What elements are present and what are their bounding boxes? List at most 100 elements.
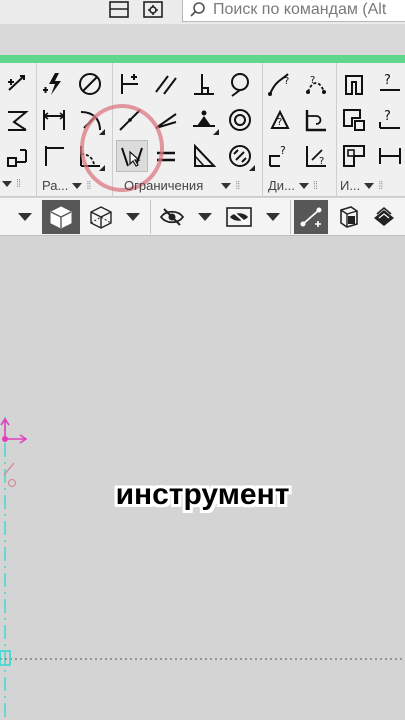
section-view-button[interactable] (332, 200, 364, 234)
angle-between-icon (155, 113, 177, 129)
tool-collinear[interactable] (114, 104, 146, 136)
chevron-down-icon (126, 213, 140, 221)
hide-objects-dropdown[interactable] (194, 200, 216, 234)
tool-tangent[interactable] (224, 68, 256, 100)
collinear-icon (119, 109, 141, 131)
gear-icon (143, 1, 163, 18)
tool-info-extra-1[interactable]: ? (374, 68, 405, 100)
concentric-icon (229, 109, 251, 131)
dimension-angle-icon (8, 111, 29, 131)
tool-concentric[interactable] (224, 104, 256, 136)
tab-strip (0, 24, 405, 55)
tool-radius[interactable] (74, 104, 106, 136)
stair-profile-icon (345, 75, 363, 95)
hide-objects-button[interactable] (156, 200, 188, 234)
drawing-canvas[interactable]: инструмент (0, 237, 405, 720)
top-bar: Поиск по командам (Alt (0, 0, 405, 24)
eye-hidden-box-icon (226, 207, 252, 227)
group-label-unnamed[interactable]: ⁞⁞ (2, 178, 21, 190)
tool-dimension-chain[interactable] (2, 140, 34, 172)
layers-icon (374, 206, 394, 226)
chevron-down-icon (266, 213, 280, 221)
diameter-icon (79, 73, 101, 95)
symmetry-icon (194, 143, 217, 167)
tool-angle-between[interactable] (150, 104, 182, 136)
tool-fix-point[interactable] (114, 68, 146, 100)
window-layout-button[interactable] (106, 0, 132, 20)
info-profile-icon (343, 109, 365, 131)
tool-dimension-angle[interactable] (2, 104, 34, 136)
chevron-down-icon (198, 213, 212, 221)
diagnostic-contour-icon (305, 110, 326, 132)
info-question-icon: ? (379, 109, 400, 129)
tool-diag-constraints[interactable]: ? (264, 104, 296, 136)
info-measure-icon (379, 148, 401, 164)
lightning-dimension-icon (43, 73, 61, 95)
svg-text:?: ? (280, 144, 286, 157)
tool-diag-curve[interactable]: ? (264, 68, 296, 100)
tool-point-on-curve[interactable] (116, 140, 148, 172)
command-search[interactable]: Поиск по командам (Alt (182, 0, 405, 22)
svg-text:?: ? (384, 109, 391, 124)
diagnostic-points-icon: ? (306, 75, 326, 94)
tool-horizontal[interactable] (188, 104, 220, 136)
tool-info-extra-2[interactable]: ? (374, 104, 405, 136)
chevron-down-icon (221, 182, 232, 189)
tool-diag-points[interactable]: ? (300, 68, 332, 100)
equal-icon (157, 151, 175, 162)
tool-info-extra-3[interactable] (374, 140, 405, 172)
tool-symmetry[interactable] (188, 140, 220, 172)
group-label-diagnostics[interactable]: Ди... ⁞⁞ (268, 178, 318, 193)
group-label-info[interactable]: И... ⁞⁞ (340, 178, 383, 193)
tangent-icon (231, 73, 249, 97)
chevron-down-icon (2, 181, 12, 187)
orientation-dropdown[interactable] (12, 200, 38, 234)
diagnostic-constraints-icon: ? (270, 109, 290, 129)
tool-diag-profile[interactable]: ? (264, 140, 296, 172)
group-label-text: И... (340, 178, 361, 193)
view-toolbar (0, 198, 405, 236)
section-cube-icon (340, 206, 358, 228)
tool-dimension-auto[interactable] (38, 68, 70, 100)
grip-icon: ⁞⁞ (378, 179, 383, 192)
svg-text:?: ? (277, 117, 282, 128)
tool-dimension-linear[interactable] (38, 104, 70, 136)
shaded-view-button[interactable] (42, 200, 80, 234)
dimension-chain-icon (7, 149, 27, 167)
fix-point-icon (121, 74, 138, 94)
search-icon (190, 2, 205, 17)
tool-equal[interactable] (150, 140, 182, 172)
tool-stair-profile[interactable] (338, 68, 370, 100)
tool-info-profile[interactable] (338, 104, 370, 136)
tool-angle-dimension[interactable] (74, 140, 106, 172)
layers-view-button[interactable] (368, 200, 400, 234)
accent-line (0, 55, 405, 63)
tool-diameter[interactable] (74, 68, 106, 100)
tool-info-region[interactable] (338, 140, 370, 172)
tool-diag-axes[interactable]: ? (300, 140, 332, 172)
toolbar-separator (290, 200, 291, 234)
tool-diag-contour[interactable] (300, 104, 332, 136)
chevron-down-icon (364, 182, 375, 189)
hide-layers-dropdown[interactable] (262, 200, 284, 234)
grip-icon: ⁞⁞ (235, 179, 240, 192)
tool-perpendicular[interactable] (188, 68, 220, 100)
settings-button[interactable] (140, 0, 166, 20)
linear-dimension-icon (43, 110, 65, 130)
group-label-constraints[interactable]: Ограничения ⁞⁞ (124, 178, 240, 193)
tool-dimension-vertical[interactable] (38, 140, 70, 172)
group-label-text: Ра... (42, 178, 69, 193)
toolbar-separator (150, 200, 151, 234)
group-label-dimensions[interactable]: Ра... ⁞⁞ (42, 178, 91, 193)
tool-auto-constraints[interactable] (224, 140, 256, 172)
svg-text:?: ? (384, 73, 391, 88)
hide-layers-button[interactable] (222, 200, 256, 234)
tool-dimension-free[interactable] (2, 68, 34, 100)
grip-icon: ⁞⁞ (86, 179, 91, 192)
svg-text:?: ? (310, 75, 315, 86)
wireframe-view-button[interactable] (84, 200, 118, 234)
shaded-cube-icon (50, 206, 72, 229)
display-mode-dropdown[interactable] (122, 200, 144, 234)
sketch-snap-button[interactable] (294, 200, 328, 234)
tool-parallel[interactable] (150, 68, 182, 100)
